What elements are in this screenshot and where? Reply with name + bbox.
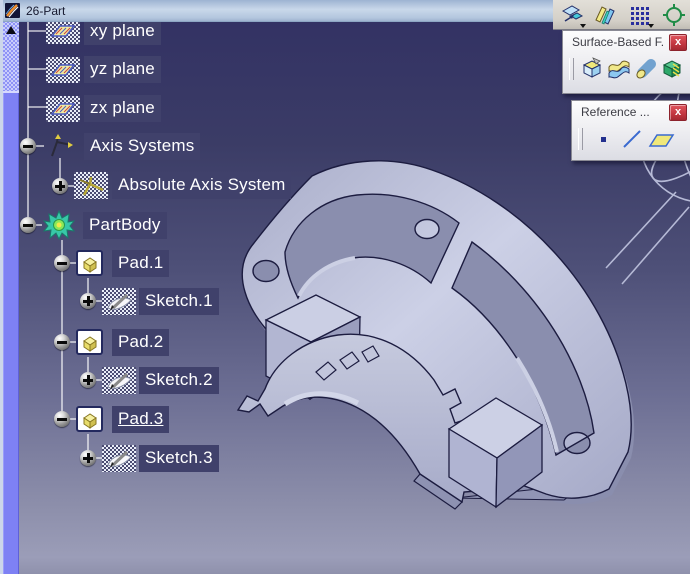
close-button[interactable]: x (669, 103, 687, 121)
rectangular-pattern-icon[interactable] (625, 2, 655, 28)
sketch-icon[interactable] (102, 367, 136, 394)
expander-partbody[interactable] (20, 217, 36, 233)
expander-sketch3[interactable] (80, 450, 96, 466)
plane-icon[interactable] (46, 96, 80, 122)
translation-icon[interactable] (557, 2, 587, 28)
thick-surface-icon[interactable] (606, 55, 633, 83)
window-title: 26-Part (26, 3, 66, 18)
scaling-icon[interactable] (659, 2, 689, 28)
reference-elements-toolbar[interactable]: Reference ... x (571, 100, 690, 161)
surface-based-features-toolbar[interactable]: Surface-Based F... x (562, 30, 690, 94)
tree-item-axis-systems[interactable]: Axis Systems (84, 133, 201, 160)
sketch-icon[interactable] (102, 288, 136, 315)
transformation-toolbar (553, 0, 690, 30)
scroll-up-button[interactable] (3, 21, 19, 39)
tree-item-xy-plane[interactable]: xy plane (84, 18, 161, 45)
window-edge (0, 0, 3, 574)
point-icon[interactable] (588, 125, 617, 153)
pad-icon[interactable] (76, 329, 104, 356)
catia-part-document-icon (5, 3, 20, 18)
toolbar-grip[interactable] (569, 58, 574, 80)
expander-sketch2[interactable] (80, 372, 96, 388)
expander-absolute-axis[interactable] (52, 178, 68, 194)
sketch-icon[interactable] (102, 445, 136, 472)
tree-item-sketch2[interactable]: Sketch.2 (139, 367, 219, 394)
tree-item-sketch3[interactable]: Sketch.3 (139, 445, 219, 472)
tree-item-sketch1[interactable]: Sketch.1 (139, 288, 219, 315)
expander-pad2[interactable] (54, 334, 70, 350)
expander-pad1[interactable] (54, 255, 70, 271)
tree-item-absolute-axis-system[interactable]: Absolute Axis System (112, 172, 292, 199)
tree-item-zx-plane[interactable]: zx plane (84, 95, 161, 122)
plane-icon[interactable] (46, 57, 80, 83)
expander-pad3[interactable] (54, 411, 70, 427)
axis-systems-icon[interactable] (44, 132, 76, 160)
scrollbar-thumb[interactable] (3, 38, 19, 93)
catia-window: xy plane yz plane zx plane Axis Systems … (0, 0, 690, 574)
tree-item-pad1[interactable]: Pad.1 (112, 250, 170, 277)
dropdown-arrow-icon[interactable] (580, 23, 586, 28)
close-surface-icon[interactable] (633, 55, 660, 83)
tree-item-partbody[interactable]: PartBody (83, 212, 167, 239)
tree-item-pad3-inwork[interactable]: Pad.3 (112, 406, 170, 433)
toolbar-grip[interactable] (578, 128, 583, 150)
pad-icon[interactable] (76, 406, 104, 433)
plane-icon[interactable] (646, 125, 675, 153)
toolbar-title: Surface-Based F... (572, 35, 663, 49)
expander-axis-systems[interactable] (20, 138, 36, 154)
dropdown-arrow-icon[interactable] (648, 23, 654, 28)
partbody-gear-icon[interactable] (42, 210, 76, 240)
close-button[interactable]: x (669, 33, 687, 51)
toolbar-title: Reference ... (581, 105, 650, 119)
tree-scrollbar[interactable] (3, 21, 19, 574)
pad-icon[interactable] (76, 250, 104, 277)
split-icon[interactable] (579, 55, 606, 83)
up-arrow-icon (6, 25, 16, 34)
expander-sketch1[interactable] (80, 293, 96, 309)
absolute-axis-icon[interactable] (74, 172, 108, 199)
line-icon[interactable] (617, 125, 646, 153)
mirror-icon[interactable] (591, 2, 621, 28)
tree-item-pad2[interactable]: Pad.2 (112, 329, 170, 356)
sew-surface-icon[interactable] (660, 55, 687, 83)
tree-item-yz-plane[interactable]: yz plane (84, 56, 161, 83)
